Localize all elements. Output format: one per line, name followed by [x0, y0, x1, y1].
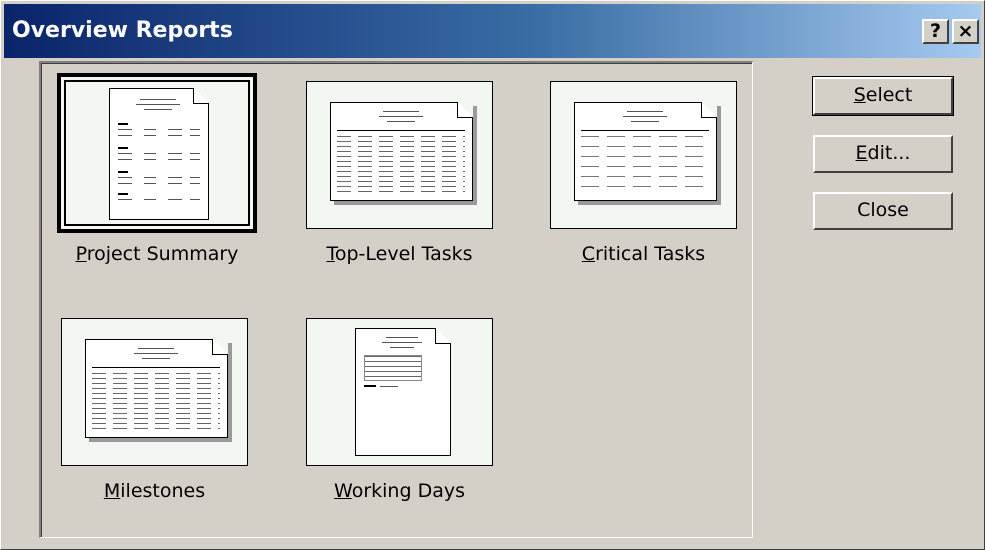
- report-label-milestones[interactable]: Milestones: [61, 480, 248, 502]
- title-bar[interactable]: Overview Reports ? ×: [4, 4, 981, 58]
- page-icon: [330, 102, 473, 201]
- report-label-working-days[interactable]: Working Days: [306, 480, 493, 502]
- page-icon: [355, 328, 451, 456]
- close-icon: ×: [957, 20, 974, 42]
- report-thumbnail-project-summary[interactable]: [57, 73, 257, 233]
- report-thumbnail-critical-tasks[interactable]: [550, 81, 737, 229]
- help-icon: ?: [929, 20, 942, 42]
- help-button[interactable]: ?: [922, 19, 949, 44]
- report-thumbnail-top-level-tasks[interactable]: [306, 81, 493, 229]
- close-window-button[interactable]: ×: [952, 19, 979, 44]
- dialog-title: Overview Reports: [12, 18, 233, 43]
- report-label-project-summary[interactable]: Project Summary: [57, 243, 257, 265]
- report-label-top-level-tasks[interactable]: Top-Level Tasks: [306, 243, 493, 265]
- report-thumbnail-working-days[interactable]: [306, 318, 493, 466]
- page-icon: [574, 102, 717, 201]
- report-label-critical-tasks[interactable]: Critical Tasks: [550, 243, 737, 265]
- page-icon: [109, 88, 209, 220]
- edit-button[interactable]: Edit...: [813, 135, 953, 173]
- overview-reports-dialog: Overview Reports ? × Project Summary Top…: [0, 0, 985, 550]
- close-button[interactable]: Close: [813, 192, 953, 230]
- page-icon: [85, 339, 228, 438]
- report-thumbnail-milestones[interactable]: [61, 318, 248, 466]
- select-button[interactable]: Select: [812, 76, 954, 116]
